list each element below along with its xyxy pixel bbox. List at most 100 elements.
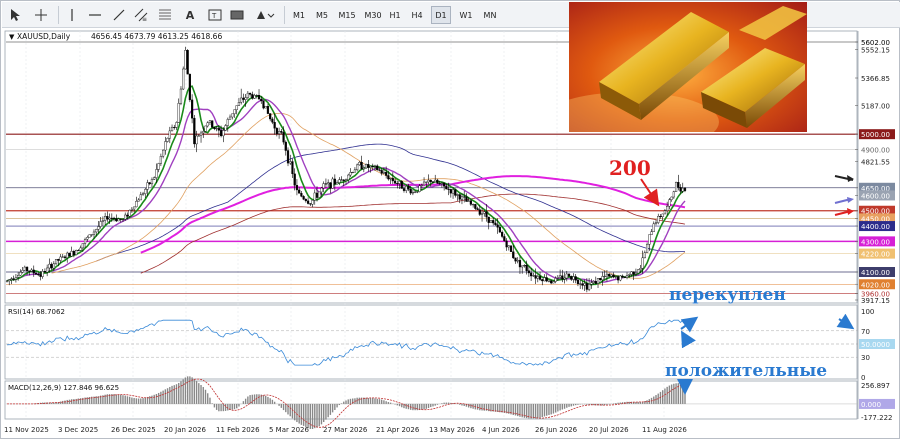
candle-body bbox=[353, 169, 357, 173]
candle-body bbox=[683, 187, 687, 191]
candle-body bbox=[625, 275, 629, 278]
terminal-window: ≡ A T M1 M5 M15 M30 H1 H4 D1 W1 MN 100 7… bbox=[0, 0, 900, 439]
time-label: 21 Apr 2026 bbox=[376, 426, 420, 434]
candle-body bbox=[289, 161, 292, 164]
candle-body bbox=[614, 276, 617, 278]
candle-body bbox=[57, 259, 60, 261]
candle-body bbox=[608, 273, 611, 277]
candle-body bbox=[538, 276, 542, 280]
price-label: 4821.55 bbox=[861, 159, 890, 167]
candle-body bbox=[34, 272, 38, 275]
candle-body bbox=[393, 180, 397, 184]
candle-body bbox=[195, 135, 198, 145]
candle-body bbox=[674, 182, 678, 192]
candle-body bbox=[489, 220, 493, 223]
candle-body bbox=[184, 50, 187, 70]
candle-body bbox=[264, 106, 267, 109]
candle-body bbox=[356, 164, 359, 171]
time-label: 20 Jul 2026 bbox=[589, 426, 629, 434]
candle-body bbox=[329, 182, 332, 189]
price-label: 3917.15 bbox=[861, 297, 890, 305]
candle-body bbox=[583, 283, 586, 286]
candle-body bbox=[19, 271, 22, 276]
candle-body bbox=[378, 169, 381, 171]
time-label: 5 Mar 2026 bbox=[269, 426, 309, 434]
candle-body bbox=[344, 179, 348, 181]
candle-body bbox=[282, 132, 285, 143]
candle-body bbox=[306, 200, 310, 204]
candle-body bbox=[8, 279, 11, 282]
candle-body bbox=[496, 224, 499, 228]
candle-body bbox=[467, 200, 470, 202]
candle-body bbox=[476, 208, 479, 210]
candle-body bbox=[175, 122, 178, 128]
candle-body bbox=[309, 203, 312, 205]
candle-body bbox=[628, 274, 631, 276]
candle-body bbox=[679, 187, 682, 192]
candle-body bbox=[237, 102, 241, 106]
candle-body bbox=[25, 266, 29, 272]
candle-body bbox=[293, 173, 296, 186]
candle-body bbox=[347, 174, 350, 180]
time-label: 26 Dec 2025 bbox=[111, 426, 156, 434]
candle-body bbox=[532, 275, 535, 277]
candle-body bbox=[242, 97, 245, 100]
candle-body bbox=[280, 131, 283, 133]
candle-body bbox=[14, 277, 18, 280]
candle-body bbox=[527, 270, 530, 274]
candle-body bbox=[648, 234, 651, 245]
candle-body bbox=[124, 214, 127, 220]
candle-body bbox=[228, 116, 232, 120]
candle-body bbox=[534, 275, 537, 279]
candle-body bbox=[112, 217, 116, 219]
candle-body bbox=[561, 275, 564, 280]
candle-body bbox=[253, 95, 256, 99]
candle-body bbox=[590, 282, 593, 285]
candle-body bbox=[244, 97, 247, 100]
candle-body bbox=[90, 234, 93, 236]
ohlc-values: 4656.45 4673.79 4613.25 4618.66 bbox=[91, 32, 222, 41]
candle-body bbox=[208, 120, 212, 123]
candle-body bbox=[235, 105, 238, 110]
rsi-level-label: 50.0000 bbox=[861, 341, 890, 349]
candle-body bbox=[447, 188, 450, 190]
candle-body bbox=[418, 185, 421, 192]
candle-body bbox=[121, 219, 125, 221]
candle-body bbox=[170, 126, 174, 132]
candle-body bbox=[668, 199, 671, 207]
macd-level-label: 0.000 bbox=[861, 401, 881, 409]
candle-body bbox=[472, 204, 475, 206]
candle-body bbox=[474, 204, 477, 209]
candle-body bbox=[385, 172, 388, 176]
candle-body bbox=[619, 275, 622, 281]
candle-body bbox=[498, 227, 501, 233]
candle-body bbox=[226, 119, 229, 126]
candle-body bbox=[50, 263, 53, 269]
candle-body bbox=[634, 272, 638, 275]
candle-body bbox=[616, 276, 620, 281]
candle-body bbox=[351, 172, 354, 174]
candle-body bbox=[95, 229, 98, 233]
candle-body bbox=[164, 141, 167, 151]
candle-body bbox=[202, 131, 205, 134]
candle-body bbox=[313, 192, 316, 201]
rsi-level-label: 30 bbox=[861, 354, 870, 362]
candle-body bbox=[79, 247, 82, 251]
candle-body bbox=[333, 178, 336, 185]
candle-body bbox=[559, 275, 562, 278]
candle-body bbox=[52, 263, 55, 269]
candle-body bbox=[449, 189, 452, 194]
candle-body bbox=[637, 269, 640, 274]
candle-body bbox=[150, 179, 154, 185]
gold-bars-photo bbox=[569, 2, 807, 132]
candle-body bbox=[536, 276, 539, 279]
candle-body bbox=[465, 196, 468, 202]
candle-body bbox=[436, 179, 439, 184]
candle-body bbox=[246, 92, 249, 98]
candle-body bbox=[485, 211, 488, 218]
candle-body bbox=[284, 141, 287, 151]
candle-body bbox=[119, 218, 122, 220]
price-label: 4900.00 bbox=[861, 146, 890, 154]
candle-body bbox=[456, 194, 459, 196]
candle-body bbox=[661, 213, 664, 217]
